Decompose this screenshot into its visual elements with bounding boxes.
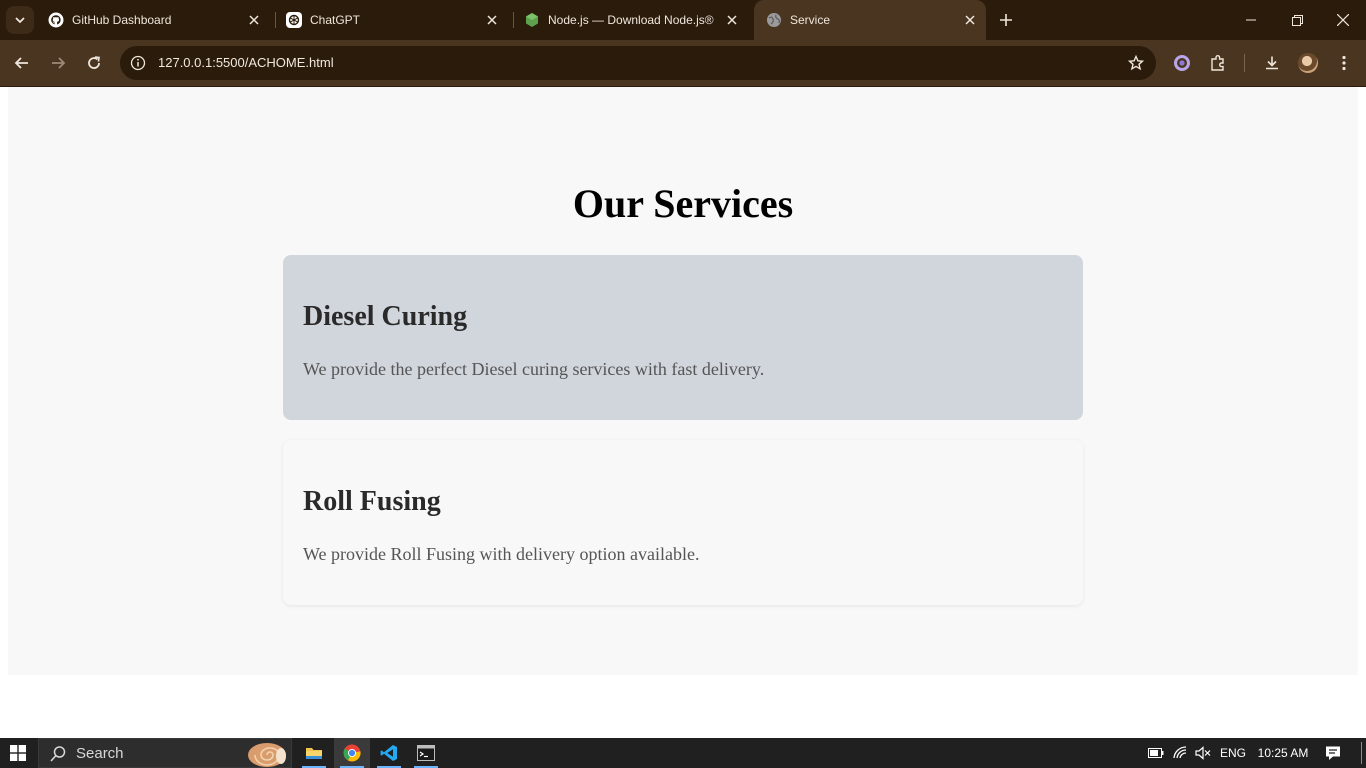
chrome-icon (343, 744, 361, 762)
tab-github-dashboard[interactable]: GitHub Dashboard (36, 0, 274, 40)
tab-title: ChatGPT (310, 13, 361, 27)
url-text: 127.0.0.1:5500/ACHOME.html (158, 55, 334, 70)
notification-icon (1326, 746, 1340, 760)
tab-nodejs[interactable]: Node.js — Download Node.js® (512, 0, 752, 40)
back-button[interactable] (7, 48, 37, 78)
tab-title: GitHub Dashboard (72, 13, 172, 27)
taskbar-search[interactable]: Search (38, 738, 292, 768)
site-info-button[interactable] (126, 51, 150, 75)
network-indicator[interactable] (1170, 738, 1192, 768)
close-window-button[interactable] (1320, 0, 1366, 40)
service-title: Diesel Curing (303, 301, 468, 332)
taskbar-file-explorer[interactable] (296, 738, 332, 768)
info-icon (130, 55, 146, 71)
service-card-roll-fusing[interactable]: Roll Fusing We provide Roll Fusing with … (283, 440, 1083, 605)
puzzle-icon (1211, 55, 1224, 71)
tab-search-button[interactable] (6, 6, 34, 34)
close-icon[interactable] (246, 12, 262, 28)
chevron-down-icon (15, 17, 25, 24)
address-bar[interactable]: 127.0.0.1:5500/ACHOME.html (120, 46, 1156, 80)
arrow-right-icon (52, 57, 66, 69)
tab-service[interactable]: Service (754, 0, 986, 40)
restore-button[interactable] (1274, 0, 1320, 40)
nautilus-shell-icon (248, 743, 286, 767)
search-label: Search (76, 745, 124, 762)
plus-icon (1000, 14, 1012, 26)
github-icon (48, 12, 64, 28)
search-icon (50, 746, 66, 762)
copilot-icon (1174, 55, 1190, 71)
reload-icon (88, 56, 100, 69)
notifications-button[interactable] (1322, 738, 1344, 768)
battery-indicator[interactable] (1146, 738, 1166, 768)
minimize-button[interactable] (1228, 0, 1274, 40)
restore-icon (1291, 14, 1303, 26)
new-tab-button[interactable] (994, 8, 1018, 32)
profile-avatar[interactable] (1298, 53, 1318, 73)
windows-logo-icon (10, 745, 26, 761)
service-description: We provide the perfect Diesel curing ser… (303, 359, 765, 379)
forward-button[interactable] (43, 48, 73, 78)
taskbar-vscode[interactable] (371, 738, 407, 768)
bookmark-button[interactable] (1124, 51, 1148, 75)
extension-copilot-button[interactable] (1167, 48, 1197, 78)
nodejs-icon (526, 13, 538, 27)
taskbar-chrome[interactable] (334, 738, 370, 768)
wifi-icon (1173, 746, 1187, 759)
service-title: Roll Fusing (303, 486, 441, 517)
show-desktop-button[interactable] (1361, 742, 1362, 764)
kebab-menu-icon (1342, 55, 1346, 71)
clock[interactable]: 10:25 AM (1252, 738, 1314, 768)
menu-button[interactable] (1329, 48, 1359, 78)
battery-icon (1148, 748, 1164, 758)
windows-taskbar: Search ENG 10:25 AM (0, 738, 1366, 768)
tab-chatgpt[interactable]: ChatGPT (274, 0, 512, 40)
tab-strip: GitHub Dashboard ChatGPT Node.js — Downl… (0, 0, 1366, 40)
minimize-icon (1246, 19, 1256, 21)
chatgpt-icon (286, 12, 302, 28)
page-title: Our Services (572, 181, 794, 226)
star-icon (1128, 55, 1144, 71)
volume-indicator[interactable] (1192, 738, 1214, 768)
downloads-button[interactable] (1257, 48, 1287, 78)
tab-title: Node.js — Download Node.js® (548, 13, 714, 27)
download-icon (1266, 56, 1278, 70)
toolbar-divider (1244, 54, 1245, 72)
close-icon[interactable] (962, 12, 978, 28)
reload-button[interactable] (79, 48, 109, 78)
page-viewport: Our Services Diesel Curing We provide th… (0, 87, 1366, 738)
vscode-icon (380, 745, 397, 761)
file-explorer-icon (306, 748, 322, 759)
services-section: Our Services Diesel Curing We provide th… (8, 87, 1358, 675)
taskbar-terminal[interactable] (408, 738, 444, 768)
arrow-left-icon (14, 57, 28, 69)
close-icon (1337, 14, 1349, 26)
browser-toolbar: 127.0.0.1:5500/ACHOME.html (0, 40, 1366, 86)
close-icon[interactable] (484, 12, 500, 28)
service-card-diesel-curing[interactable]: Diesel Curing We provide the perfect Die… (283, 255, 1083, 420)
tab-title: Service (790, 13, 831, 27)
start-button[interactable] (0, 738, 36, 768)
language-indicator[interactable]: ENG (1216, 738, 1250, 768)
extensions-button[interactable] (1203, 48, 1233, 78)
globe-icon (767, 13, 781, 27)
speaker-muted-icon (1195, 746, 1211, 760)
close-icon[interactable] (724, 12, 740, 28)
service-description: We provide Roll Fusing with delivery opt… (303, 544, 700, 564)
terminal-icon (417, 745, 435, 761)
